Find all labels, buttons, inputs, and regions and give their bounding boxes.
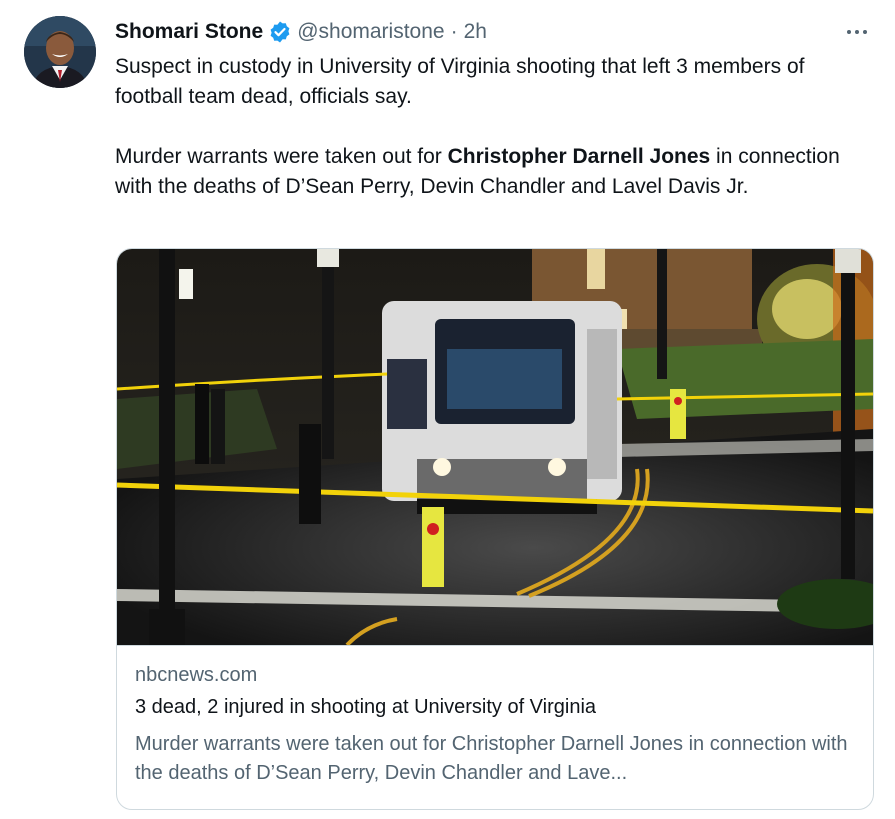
card-title: 3 dead, 2 injured in shooting at Univers…: [135, 696, 597, 718]
link-preview-card[interactable]: nbcnews.com 3 dead, 2 injured in shootin…: [116, 248, 874, 810]
verified-badge-icon: [268, 20, 292, 44]
separator-dot: ·: [450, 20, 458, 43]
author-avatar[interactable]: [24, 16, 96, 88]
tweet-paragraph-2: Murder warrants were taken out for Chris…: [115, 142, 875, 202]
article-photo: [117, 249, 873, 645]
author-name[interactable]: Shomari Stone: [115, 20, 263, 44]
tweet-text: Suspect in custody in University of Virg…: [115, 52, 875, 202]
more-horizontal-icon: [845, 30, 869, 34]
card-meta: nbcnews.com 3 dead, 2 injured in shootin…: [117, 645, 873, 809]
suspect-name: Christopher Darnell Jones: [447, 145, 711, 168]
tweet-header: Shomari Stone @shomaristone · 2h: [115, 19, 487, 45]
more-options-button[interactable]: [843, 18, 871, 46]
tweet-paragraph-1: Suspect in custody in University of Virg…: [115, 55, 805, 108]
author-handle[interactable]: @shomaristone: [297, 20, 444, 44]
card-domain: nbcnews.com: [135, 664, 258, 686]
card-description: Murder warrants were taken out for Chris…: [135, 733, 848, 784]
tweet-timestamp[interactable]: 2h: [464, 20, 487, 44]
paragraph2-pre: Murder warrants were taken out for: [115, 145, 448, 168]
